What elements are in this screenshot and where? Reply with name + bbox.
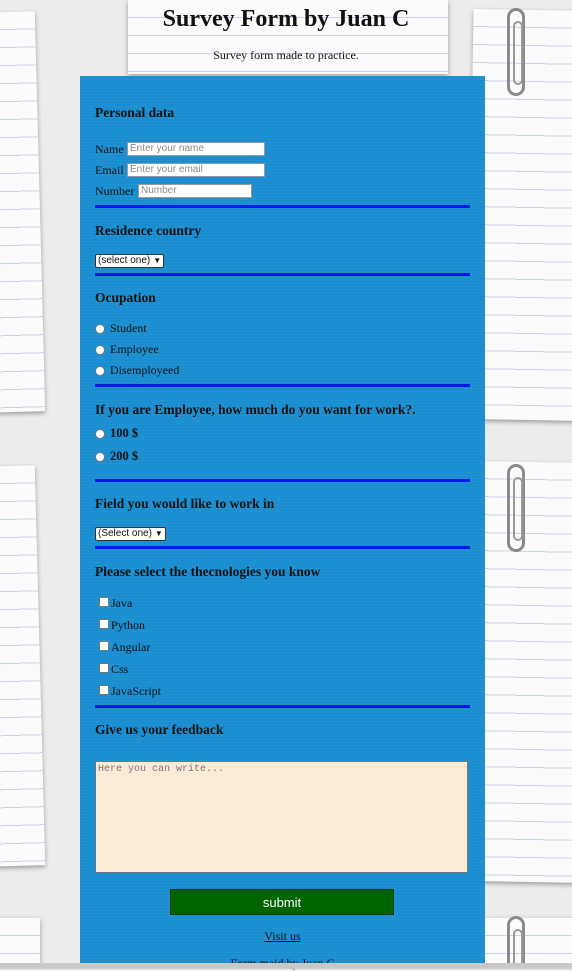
number-label: Number xyxy=(95,184,135,198)
email-input[interactable]: Enter your email xyxy=(127,163,265,177)
checkbox-angular[interactable] xyxy=(99,641,109,651)
residence-country-select[interactable]: (select one) ▼ xyxy=(95,254,165,268)
tech-option-label: Java xyxy=(111,596,133,610)
survey-form: Personal data Name Enter your name Email… xyxy=(80,76,485,970)
feedback-textarea[interactable]: Here you can write... xyxy=(95,761,468,873)
occupation-option-label: Student xyxy=(110,321,147,335)
checkbox-css[interactable] xyxy=(99,663,109,673)
occupation-heading: Ocupation xyxy=(95,290,156,305)
section-divider xyxy=(95,273,470,276)
paper-sheet xyxy=(0,918,40,969)
tech-option-label: JavaScript xyxy=(111,684,161,698)
name-label: Name xyxy=(95,142,124,156)
radio-100[interactable] xyxy=(95,429,105,439)
tech-option-label: Angular xyxy=(111,640,151,654)
radio-disemployeed[interactable] xyxy=(95,366,105,376)
field-select[interactable]: (Select one) ▼ xyxy=(95,527,166,541)
page-description: Survey form made to practice. xyxy=(213,48,359,62)
personal-data-heading: Personal data xyxy=(95,105,175,120)
section-divider xyxy=(95,479,470,482)
occupation-option-label: Employee xyxy=(110,342,159,356)
horizontal-scrollbar[interactable] xyxy=(0,963,572,969)
paperclip-icon xyxy=(507,916,525,969)
chevron-down-icon: ▼ xyxy=(154,529,163,538)
feedback-heading: Give us your feedback xyxy=(95,722,224,737)
field-heading: Field you would like to work in xyxy=(95,496,275,511)
salary-option-label: 100 $ xyxy=(110,426,139,440)
paper-sheet xyxy=(0,465,46,867)
tech-option-label: Css xyxy=(111,662,129,676)
checkbox-java[interactable] xyxy=(99,597,109,607)
checkbox-javascript[interactable] xyxy=(99,685,109,695)
salary-option-label: 200 $ xyxy=(110,449,139,463)
technologies-heading: Please select the thecnologies you know xyxy=(95,564,321,579)
chevron-down-icon: ▼ xyxy=(153,256,162,265)
field-select-value: (Select one) xyxy=(98,528,152,539)
residence-heading: Residence country xyxy=(95,223,202,238)
tech-option-label: Python xyxy=(111,618,146,632)
paperclip-icon xyxy=(507,464,525,552)
number-input[interactable]: Number xyxy=(138,184,252,198)
section-divider xyxy=(95,546,470,549)
section-divider xyxy=(95,384,470,387)
section-divider xyxy=(95,205,470,208)
section-divider xyxy=(95,705,470,708)
visit-us-link[interactable]: Visit us xyxy=(80,929,485,944)
radio-200[interactable] xyxy=(95,452,105,462)
submit-button[interactable]: submit xyxy=(170,889,394,915)
residence-select-value: (select one) xyxy=(98,255,151,266)
occupation-option-label: Disemployeed xyxy=(110,363,180,377)
salary-heading: If you are Employee, how much do you wan… xyxy=(95,402,416,417)
page-title: Survey Form by Juan C xyxy=(162,6,410,32)
name-input[interactable]: Enter your name xyxy=(127,142,265,156)
radio-employee[interactable] xyxy=(95,345,105,355)
paper-sheet xyxy=(0,11,46,413)
email-label: Email xyxy=(95,163,124,177)
radio-student[interactable] xyxy=(95,324,105,334)
checkbox-python[interactable] xyxy=(99,619,109,629)
